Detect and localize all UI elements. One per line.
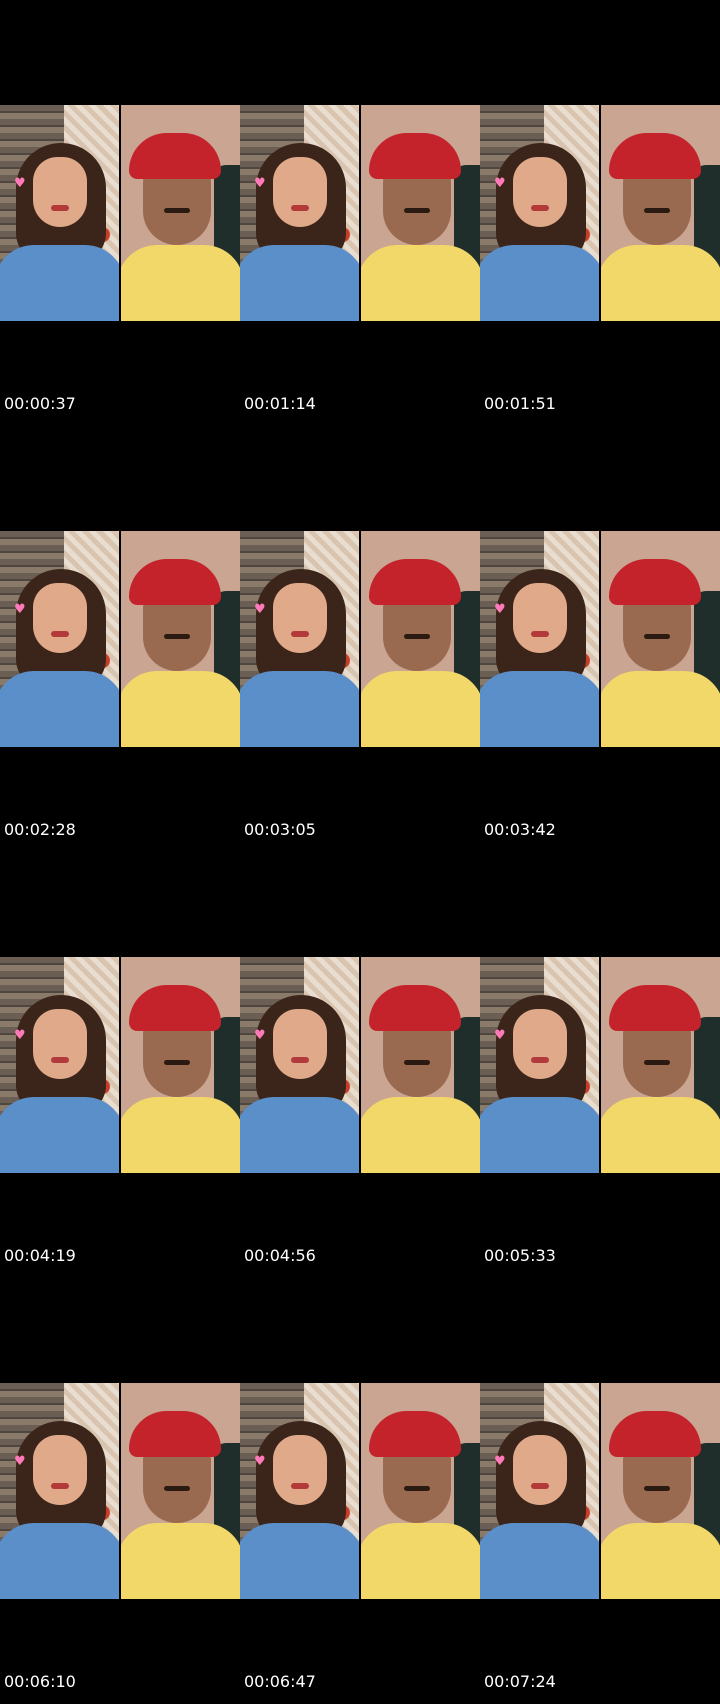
- frame-timestamp: 00:03:42: [484, 820, 556, 839]
- heart-icon: ♥: [494, 1454, 506, 1469]
- heart-icon: ♥: [254, 1028, 266, 1043]
- frame-timestamp: 00:06:47: [244, 1672, 316, 1691]
- right-participant-video: [601, 105, 720, 321]
- frame-thumbnail[interactable]: ♥: [0, 531, 240, 747]
- right-participant-video: [361, 531, 480, 747]
- frame-timestamp: 00:00:37: [4, 394, 76, 413]
- left-participant-video: ♥: [480, 105, 599, 321]
- frame-thumbnail[interactable]: ♥: [480, 957, 720, 1173]
- left-participant-video: ♥: [240, 957, 359, 1173]
- frame-thumbnail[interactable]: ♥: [240, 957, 480, 1173]
- right-participant-video: [121, 531, 240, 747]
- right-participant-video: [361, 105, 480, 321]
- right-participant-video: [361, 957, 480, 1173]
- heart-icon: ♥: [494, 176, 506, 191]
- frame-timestamp: 00:01:14: [244, 394, 316, 413]
- left-participant-video: ♥: [480, 957, 599, 1173]
- left-participant-video: ♥: [0, 957, 119, 1173]
- right-participant-video: [601, 531, 720, 747]
- heart-icon: ♥: [494, 1028, 506, 1043]
- frame-thumbnail[interactable]: ♥: [240, 105, 480, 321]
- frame-timestamp: 00:01:51: [484, 394, 556, 413]
- frame-timestamp: 00:06:10: [4, 1672, 76, 1691]
- right-participant-video: [601, 957, 720, 1173]
- frame-cell[interactable]: ♥ 00:04:56: [240, 852, 480, 1278]
- heart-icon: ♥: [14, 1028, 26, 1043]
- heart-icon: ♥: [14, 602, 26, 617]
- left-participant-video: ♥: [240, 531, 359, 747]
- left-participant-video: ♥: [0, 105, 119, 321]
- left-participant-video: ♥: [480, 1383, 599, 1599]
- right-participant-video: [121, 105, 240, 321]
- frame-thumbnail[interactable]: ♥: [240, 531, 480, 747]
- right-participant-video: [601, 1383, 720, 1599]
- frame-timestamp: 00:02:28: [4, 820, 76, 839]
- right-participant-video: [121, 1383, 240, 1599]
- frame-timestamp: 00:04:19: [4, 1246, 76, 1265]
- frame-thumbnail[interactable]: ♥: [480, 1383, 720, 1599]
- frame-thumbnail[interactable]: ♥: [0, 1383, 240, 1599]
- heart-icon: ♥: [254, 176, 266, 191]
- frame-cell[interactable]: ♥ 00:06:10: [0, 1278, 240, 1704]
- right-participant-video: [121, 957, 240, 1173]
- frame-cell[interactable]: ♥ 00:02:28: [0, 426, 240, 852]
- left-participant-video: ♥: [240, 1383, 359, 1599]
- left-participant-video: ♥: [0, 1383, 119, 1599]
- heart-icon: ♥: [14, 176, 26, 191]
- frame-thumbnail[interactable]: ♥: [240, 1383, 480, 1599]
- heart-icon: ♥: [254, 1454, 266, 1469]
- frame-timestamp: 00:07:24: [484, 1672, 556, 1691]
- frame-thumbnail[interactable]: ♥: [0, 957, 240, 1173]
- frame-cell[interactable]: ♥ 00:00:37: [0, 0, 240, 426]
- frame-timestamp: 00:05:33: [484, 1246, 556, 1265]
- heart-icon: ♥: [494, 602, 506, 617]
- left-participant-video: ♥: [240, 105, 359, 321]
- frame-cell[interactable]: ♥ 00:01:14: [240, 0, 480, 426]
- frame-cell[interactable]: ♥ 00:04:19: [0, 852, 240, 1278]
- thumbnail-grid: ♥ 00:00:37 ♥ 00:01:14 ♥ 00:01:51 ♥ 00:02…: [0, 0, 720, 1704]
- frame-thumbnail[interactable]: ♥: [0, 105, 240, 321]
- frame-thumbnail[interactable]: ♥: [480, 531, 720, 747]
- frame-cell[interactable]: ♥ 00:01:51: [480, 0, 720, 426]
- frame-cell[interactable]: ♥ 00:06:47: [240, 1278, 480, 1704]
- left-participant-video: ♥: [480, 531, 599, 747]
- heart-icon: ♥: [14, 1454, 26, 1469]
- right-participant-video: [361, 1383, 480, 1599]
- heart-icon: ♥: [254, 602, 266, 617]
- frame-timestamp: 00:03:05: [244, 820, 316, 839]
- frame-thumbnail[interactable]: ♥: [480, 105, 720, 321]
- frame-timestamp: 00:04:56: [244, 1246, 316, 1265]
- left-participant-video: ♥: [0, 531, 119, 747]
- frame-cell[interactable]: ♥ 00:03:05: [240, 426, 480, 852]
- frame-cell[interactable]: ♥ 00:05:33: [480, 852, 720, 1278]
- frame-cell[interactable]: ♥ 00:07:24: [480, 1278, 720, 1704]
- frame-cell[interactable]: ♥ 00:03:42: [480, 426, 720, 852]
